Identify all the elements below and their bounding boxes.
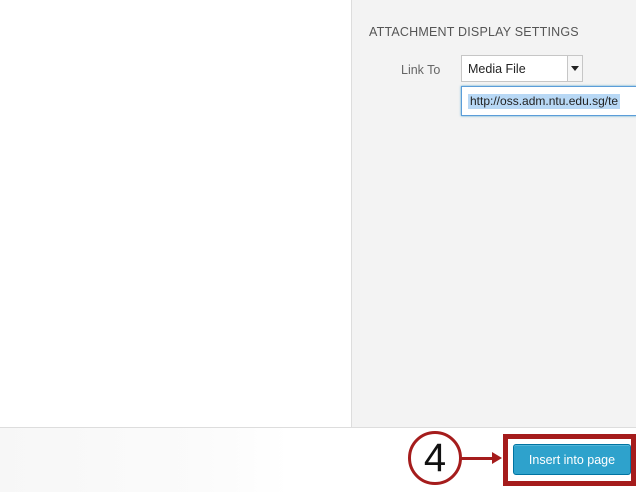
step-number-annotation: 4 [408, 431, 462, 485]
link-to-label: Link To [401, 63, 441, 77]
attachment-details-sidebar: ATTACHMENT DISPLAY SETTINGS Link To Medi… [351, 0, 636, 427]
link-to-select[interactable]: Media File [461, 55, 583, 82]
chevron-down-icon[interactable] [567, 56, 582, 81]
annotation-arrow-shaft [461, 457, 494, 460]
annotation-arrow-icon [492, 452, 502, 464]
link-to-selected-value: Media File [468, 62, 526, 76]
link-url-value: http://oss.adm.ntu.edu.sg/te [468, 94, 621, 109]
attachment-display-settings-heading: ATTACHMENT DISPLAY SETTINGS [369, 25, 579, 39]
insert-into-page-button[interactable]: Insert into page [513, 444, 631, 475]
toolbar-left-area [0, 428, 290, 492]
link-url-input[interactable]: http://oss.adm.ntu.edu.sg/te [461, 86, 636, 116]
attachment-browser-area [0, 0, 351, 427]
